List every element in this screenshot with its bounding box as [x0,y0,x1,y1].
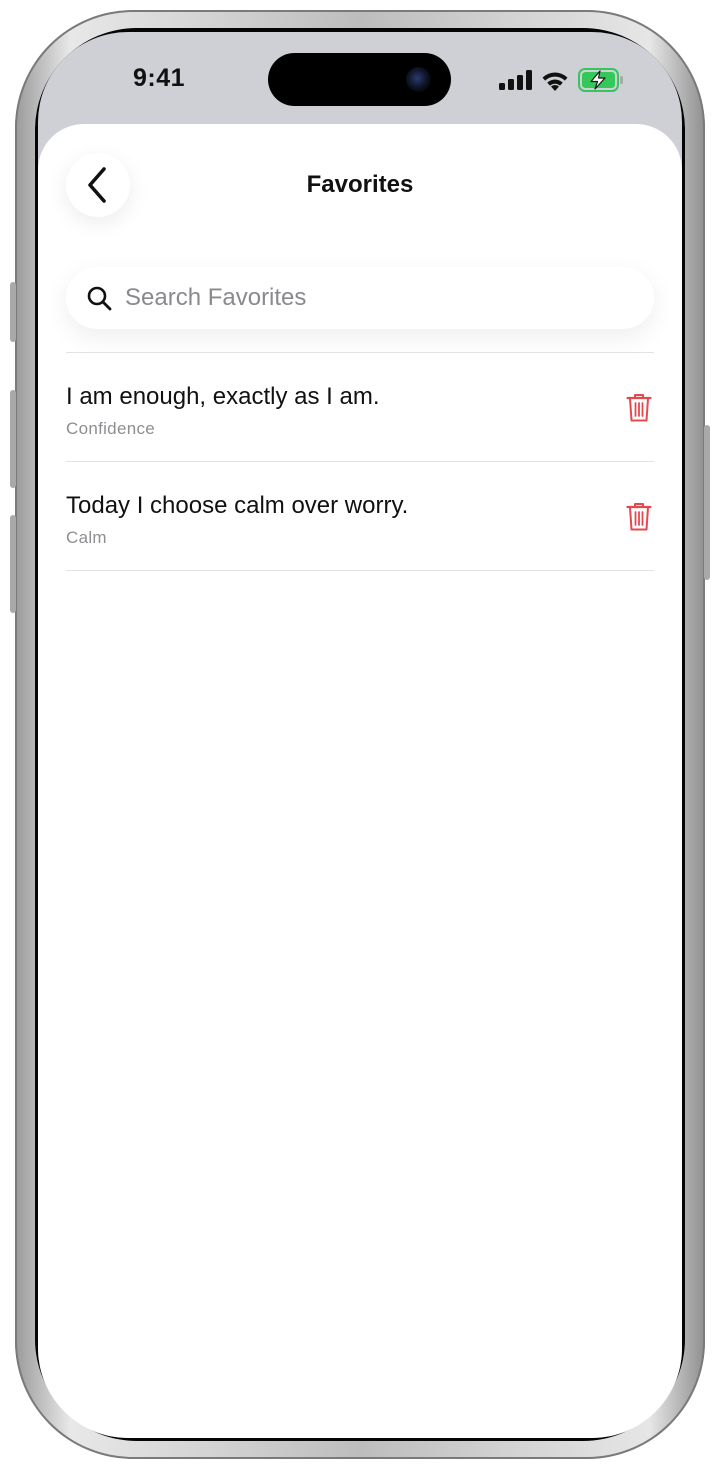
favorite-item[interactable]: Today I choose calm over worry. Calm [66,462,654,570]
wifi-icon [542,72,568,91]
volume-up-button [10,390,16,488]
dynamic-island [268,53,451,106]
trash-icon[interactable] [626,502,652,532]
cellular-signal-icon [499,70,532,90]
front-camera [406,67,431,92]
favorite-affirmation: I am enough, exactly as I am. [66,383,380,410]
trash-icon[interactable] [626,393,652,423]
favorites-sheet: Favorites I am enough, exactly as I am. … [38,124,682,1438]
search-input[interactable] [123,283,627,313]
favorite-text-group: I am enough, exactly as I am. Confidence [66,383,380,439]
battery-charging-icon [578,68,623,92]
action-button [10,282,16,342]
screen: 9:41 Favorites Search Favorites I am eno… [38,32,682,1438]
search-icon [87,286,112,311]
favorite-text-group: Today I choose calm over worry. Calm [66,492,408,548]
favorite-category: Calm [66,528,107,547]
favorite-affirmation: Today I choose calm over worry. [66,492,409,519]
favorite-category: Confidence [66,419,156,438]
list-divider [66,570,654,571]
status-icons [499,68,624,92]
status-time: 9:41 [133,64,186,92]
volume-down-button [10,515,16,613]
power-button [704,425,710,580]
page-title: Favorites [306,171,414,198]
favorites-list: I am enough, exactly as I am. Confidence… [66,352,654,571]
status-bar: 9:41 [38,32,682,127]
favorite-item[interactable]: I am enough, exactly as I am. Confidence [66,353,654,461]
search-bar[interactable] [66,267,654,329]
